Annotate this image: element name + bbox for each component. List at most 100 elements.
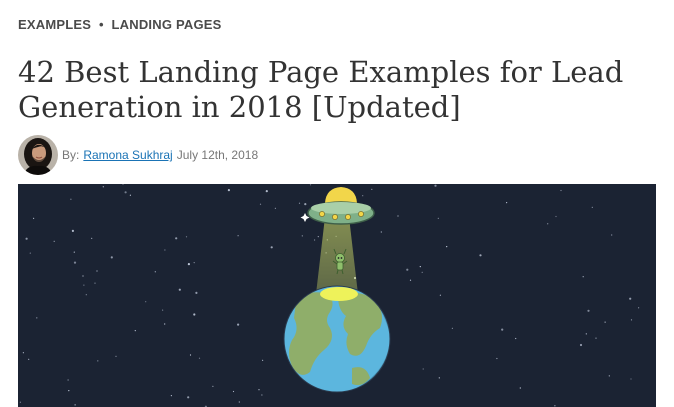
star <box>265 190 268 193</box>
star <box>232 390 235 393</box>
star <box>195 291 198 294</box>
star <box>83 284 85 286</box>
star <box>110 256 113 259</box>
star <box>71 229 74 232</box>
article-header: EXAMPLES • LANDING PAGES 42 Best Landing… <box>0 0 674 407</box>
star <box>519 387 521 389</box>
star <box>25 237 28 240</box>
star <box>274 207 276 209</box>
ufo-earth-illustration <box>19 184 640 407</box>
breadcrumb-subcategory-link[interactable]: LANDING PAGES <box>112 17 222 32</box>
star <box>608 375 610 377</box>
star <box>262 359 264 361</box>
star <box>73 261 77 264</box>
author-link[interactable]: Ramona Sukhraj <box>83 148 172 162</box>
star <box>162 309 164 311</box>
star <box>380 231 382 233</box>
breadcrumb: EXAMPLES • LANDING PAGES <box>18 17 222 32</box>
star <box>164 249 166 251</box>
star <box>19 401 21 403</box>
star <box>124 191 127 194</box>
star <box>629 297 632 300</box>
star <box>189 354 192 356</box>
star <box>53 240 55 242</box>
star <box>97 360 99 362</box>
star <box>515 337 517 340</box>
article-title: 42 Best Landing Page Examples for Lead G… <box>18 55 624 124</box>
star <box>604 321 606 323</box>
star <box>129 194 131 196</box>
star <box>446 246 448 248</box>
star <box>212 385 214 387</box>
beam-spot <box>320 287 358 301</box>
star <box>73 251 75 253</box>
star <box>36 317 38 319</box>
star <box>145 301 147 303</box>
star <box>587 309 590 312</box>
star <box>28 358 30 360</box>
publish-date: July 12th, 2018 <box>176 148 259 162</box>
star <box>585 333 587 335</box>
star <box>630 378 632 380</box>
star <box>187 263 190 266</box>
star <box>560 189 562 192</box>
star <box>547 223 549 225</box>
star <box>237 235 239 237</box>
breadcrumb-separator: • <box>98 17 104 32</box>
star <box>406 268 409 271</box>
star <box>185 236 188 238</box>
star <box>554 405 556 407</box>
star <box>434 184 437 187</box>
star <box>397 215 399 217</box>
star <box>611 234 613 236</box>
star <box>422 368 424 370</box>
star <box>91 237 93 239</box>
star <box>237 323 240 326</box>
star <box>591 206 593 208</box>
star <box>317 236 319 238</box>
hero-image <box>18 184 656 407</box>
star <box>170 395 172 397</box>
star <box>154 271 156 273</box>
star <box>304 203 307 206</box>
star <box>506 202 508 204</box>
star <box>164 323 166 325</box>
star <box>259 203 262 205</box>
star <box>421 271 423 273</box>
star <box>102 186 104 188</box>
star <box>82 275 84 277</box>
star <box>479 254 482 257</box>
star <box>22 352 24 354</box>
star <box>227 189 230 192</box>
breadcrumb-category-link[interactable]: EXAMPLES <box>18 17 91 32</box>
star <box>261 394 263 396</box>
star <box>238 401 240 403</box>
star <box>122 184 124 185</box>
star <box>298 202 301 204</box>
star <box>630 319 633 321</box>
star <box>115 355 117 357</box>
star <box>439 294 441 296</box>
star <box>94 282 96 284</box>
star <box>438 377 440 379</box>
star <box>33 217 35 219</box>
star <box>74 404 76 406</box>
star <box>85 294 87 296</box>
author-avatar[interactable] <box>18 135 58 175</box>
star <box>187 396 190 399</box>
star <box>579 343 583 347</box>
star <box>134 330 136 332</box>
star <box>595 337 597 339</box>
star <box>362 195 364 197</box>
earth-globe <box>283 285 391 393</box>
star <box>437 217 439 219</box>
star <box>67 379 69 381</box>
star <box>309 184 312 186</box>
star <box>193 313 196 316</box>
star <box>451 327 453 329</box>
avatar-image <box>18 135 58 175</box>
star <box>496 357 498 360</box>
byline-prefix: By: <box>62 148 80 162</box>
ufo-dome <box>325 187 357 203</box>
star <box>258 389 260 391</box>
